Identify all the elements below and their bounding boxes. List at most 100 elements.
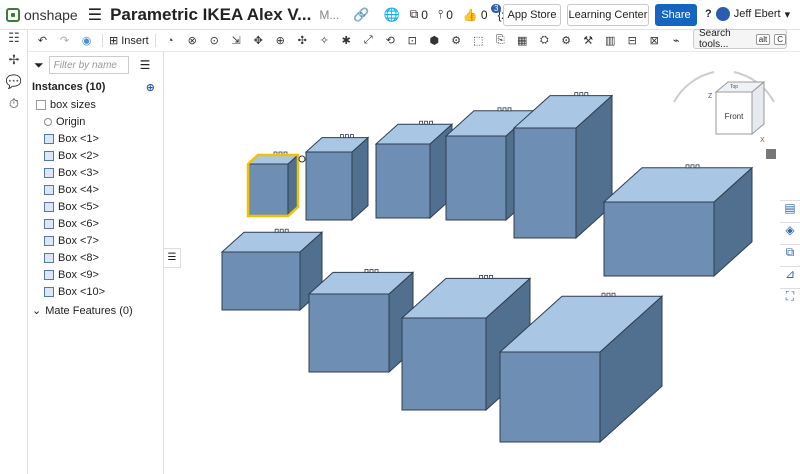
replicate-icon[interactable]: ◔: [163, 33, 178, 48]
instance-row[interactable]: Box <1>: [28, 130, 163, 147]
origin-row[interactable]: Origin: [28, 113, 163, 130]
box-instance[interactable]: [512, 92, 614, 240]
mate-tools-icon[interactable]: ✢: [0, 52, 28, 74]
relation-icon[interactable]: ⬢: [427, 33, 442, 48]
user-menu[interactable]: ? Jeff Ebert ▾: [705, 7, 790, 21]
instance-row[interactable]: Box <4>: [28, 181, 163, 198]
version-tag[interactable]: M...: [319, 8, 339, 22]
box-front-face[interactable]: [401, 317, 487, 411]
tangent-mate-icon[interactable]: ⤢: [361, 33, 376, 48]
bom-icon[interactable]: ▤: [780, 200, 800, 222]
graphics-area[interactable]: Top Front Z X ▾: [164, 52, 780, 474]
comment-icon[interactable]: 💬: [0, 74, 28, 96]
pattern-icon[interactable]: ⛭: [537, 33, 552, 48]
instances-icon[interactable]: ⧉: [780, 244, 800, 266]
planar-mate-icon[interactable]: ✣: [295, 33, 310, 48]
named-views-icon[interactable]: ⊠: [647, 33, 662, 48]
part-icon: [44, 201, 54, 212]
redo-icon[interactable]: ↷: [57, 33, 72, 48]
instance-row[interactable]: Box <10>: [28, 283, 163, 300]
ball-mate-icon[interactable]: ✱: [339, 33, 354, 48]
mate-connector-icon[interactable]: ⊡: [405, 33, 420, 48]
parallel-mate-icon[interactable]: ✧: [317, 33, 332, 48]
mate-features-row[interactable]: ⌄ Mate Features (0): [28, 302, 163, 319]
box-front-face[interactable]: [445, 135, 507, 221]
new-folder-icon[interactable]: ⊕: [146, 81, 155, 94]
gear-relation-icon[interactable]: ⚙: [449, 33, 464, 48]
undo-icon[interactable]: ↶: [35, 33, 50, 48]
box-front-face[interactable]: [308, 293, 390, 373]
menu-icon[interactable]: ☰: [88, 5, 102, 25]
cylindrical-mate-icon[interactable]: ✥: [251, 33, 266, 48]
appearances-icon[interactable]: ◈: [780, 222, 800, 244]
document-title[interactable]: Parametric IKEA Alex V...: [110, 5, 311, 25]
box-front-face[interactable]: [499, 351, 601, 443]
assembly-toolbar: ↶ ↷ ◉ ⊞ Insert ◔ ⊗ ⊙ ⇲ ✥ ⊕ ✣ ✧ ✱ ⤢ ⟲ ⊡ ⬢…: [28, 30, 800, 52]
mate-icon[interactable]: ⊿: [780, 266, 800, 288]
instance-row[interactable]: Box <5>: [28, 198, 163, 215]
pin-slot-mate-icon[interactable]: ⊕: [273, 33, 288, 48]
exploded-view-icon[interactable]: ⛶: [780, 288, 800, 310]
section-view-icon[interactable]: ▥: [603, 33, 618, 48]
filter-icon[interactable]: ⏷: [34, 58, 44, 73]
view-cube[interactable]: Top Front Z X ▾: [673, 71, 780, 159]
list-view-icon[interactable]: ☰: [140, 58, 151, 72]
box-notch: [601, 292, 606, 297]
instance-row[interactable]: Box <9>: [28, 266, 163, 283]
instance-row[interactable]: Box <8>: [28, 249, 163, 266]
folder-row[interactable]: box sizes: [28, 96, 163, 113]
revolute-mate-icon[interactable]: ⊙: [207, 33, 222, 48]
fastened-mate-icon[interactable]: ⊗: [185, 33, 200, 48]
box-notch: [484, 274, 489, 279]
help-icon[interactable]: ?: [705, 8, 712, 20]
box-notch: [574, 92, 579, 96]
app-store-button[interactable]: App Store: [503, 4, 561, 26]
feature-list-icon[interactable]: ☷: [0, 30, 28, 52]
globe-icon[interactable]: 🌐: [384, 7, 400, 23]
display-mode-cube-icon[interactable]: ▾: [766, 149, 780, 159]
box-front-face[interactable]: [247, 163, 289, 217]
explode-icon[interactable]: ⚙: [559, 33, 574, 48]
timer-icon[interactable]: ⏱: [0, 96, 28, 118]
likes-counter[interactable]: 👍 0: [463, 8, 488, 22]
group-icon[interactable]: ⟲: [383, 33, 398, 48]
instance-row[interactable]: Box <7>: [28, 232, 163, 249]
share-button[interactable]: Share: [655, 4, 697, 26]
box-instance[interactable]: [307, 268, 415, 374]
box-front-face[interactable]: [513, 127, 577, 239]
appearance-icon[interactable]: ⌁: [669, 33, 684, 48]
chevron-down-icon: ⌄: [32, 305, 42, 317]
slider-mate-icon[interactable]: ⇲: [229, 33, 244, 48]
box-front-face[interactable]: [221, 251, 301, 311]
instance-row[interactable]: Box <3>: [28, 164, 163, 181]
instance-label: Box <6>: [58, 217, 99, 230]
box-front-face[interactable]: [305, 151, 353, 221]
learning-center-button[interactable]: Learning Center: [567, 4, 649, 26]
box-instance[interactable]: [220, 228, 324, 312]
part-icon: [44, 252, 54, 263]
measure-icon[interactable]: ⊟: [625, 33, 640, 48]
insert-button[interactable]: ⊞ Insert: [102, 34, 156, 47]
box-instance[interactable]: [602, 164, 754, 278]
refresh-icon[interactable]: ◉: [79, 33, 94, 48]
link-icon[interactable]: 🔗: [353, 7, 369, 23]
branches-counter[interactable]: ⫯ 0: [438, 7, 453, 22]
search-tools-input[interactable]: Search tools... alt C: [693, 28, 787, 50]
box-instance[interactable]: [246, 151, 306, 218]
screw-relation-icon[interactable]: ⎘: [493, 33, 508, 48]
box-front-face[interactable]: [375, 143, 431, 219]
onshape-logo-icon: [6, 7, 20, 22]
onshape-logo[interactable]: onshape: [6, 7, 78, 23]
mate-values-icon[interactable]: ⚒: [581, 33, 596, 48]
linear-relation-icon[interactable]: ▦: [515, 33, 530, 48]
filter-input[interactable]: Filter by name: [48, 56, 129, 74]
instance-label: Box <8>: [58, 251, 99, 264]
box-instance[interactable]: [374, 120, 454, 220]
part-icon: [44, 286, 54, 297]
box-front-face[interactable]: [603, 201, 715, 277]
instance-row[interactable]: Box <2>: [28, 147, 163, 164]
box-instance[interactable]: [304, 134, 370, 222]
instance-row[interactable]: Box <6>: [28, 215, 163, 232]
versions-counter[interactable]: ⧉ 0: [410, 7, 428, 22]
rack-pinion-icon[interactable]: ⬚: [471, 33, 486, 48]
